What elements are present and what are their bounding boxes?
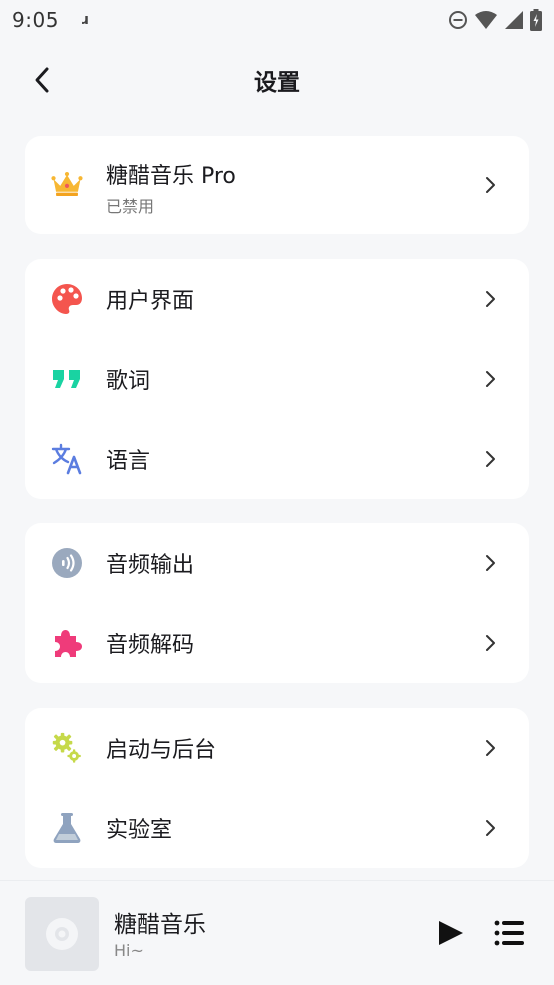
settings-item-lyrics[interactable]: 歌词 — [25, 339, 529, 419]
queue-icon[interactable] — [494, 919, 526, 947]
settings-item-lab[interactable]: 实验室 — [25, 788, 529, 868]
app-bar: 设置 — [0, 52, 554, 108]
battery-icon — [530, 9, 542, 31]
puzzle-icon — [51, 627, 83, 659]
status-bar: 9:05 ɹ — [0, 0, 554, 40]
disc-icon — [46, 918, 78, 950]
settings-item-label: 用户界面 — [106, 289, 195, 314]
pro-title: 糖醋音乐 Pro — [106, 164, 236, 189]
song-title: 糖醋音乐 — [114, 912, 206, 938]
settings-item-audio-output[interactable]: 音频输出 — [25, 523, 529, 603]
settings-item-ui[interactable]: 用户界面 — [25, 259, 529, 339]
settings-item-label: 启动与后台 — [106, 738, 217, 763]
status-icons — [448, 9, 542, 31]
chevron-right-icon — [486, 451, 495, 467]
pro-settings-item[interactable]: 糖醋音乐 Pro 已禁用 — [25, 136, 529, 234]
arrow-back-icon — [35, 67, 49, 93]
settings-item-label: 歌词 — [106, 369, 151, 394]
page-title: 设置 — [254, 70, 300, 96]
settings-item-startup-background[interactable]: 启动与后台 — [25, 708, 529, 788]
status-time: 9:05 — [12, 8, 59, 32]
chevron-right-icon — [486, 740, 495, 756]
gears-icon — [51, 732, 83, 764]
settings-item-label: 语言 — [106, 449, 151, 474]
translate-icon — [51, 443, 83, 475]
crown-icon — [51, 169, 83, 201]
settings-item-label: 音频解码 — [106, 633, 195, 658]
chevron-right-icon — [486, 820, 495, 836]
pro-status: 已禁用 — [106, 197, 155, 216]
signal-icon — [505, 11, 523, 29]
system-card: 启动与后台 实验室 — [25, 708, 529, 868]
flask-icon — [51, 812, 83, 844]
pro-card: 糖醋音乐 Pro 已禁用 — [25, 136, 529, 234]
settings-item-label: 音频输出 — [106, 553, 195, 578]
chevron-right-icon — [486, 635, 495, 651]
settings-item-audio-decode[interactable]: 音频解码 — [25, 603, 529, 683]
settings-item-label: 实验室 — [106, 818, 173, 843]
settings-item-language[interactable]: 语言 — [25, 419, 529, 499]
do-not-disturb-icon — [449, 11, 467, 29]
chevron-right-icon — [486, 371, 495, 387]
song-artist: Hi~ — [114, 941, 144, 960]
notification-icon: ɹ — [80, 12, 89, 28]
wifi-icon — [475, 11, 497, 29]
quote-icon — [51, 363, 83, 395]
interface-card: 用户界面 歌词 语言 — [25, 259, 529, 499]
back-button[interactable] — [26, 64, 58, 96]
chevron-right-icon — [486, 177, 495, 193]
chevron-right-icon — [486, 555, 495, 571]
album-art[interactable] — [25, 897, 99, 971]
audio-card: 音频输出 音频解码 — [25, 523, 529, 683]
palette-icon — [51, 283, 83, 315]
mini-player[interactable]: 糖醋音乐 Hi~ — [0, 880, 554, 985]
chevron-right-icon — [486, 291, 495, 307]
audio-output-icon — [51, 547, 83, 579]
play-icon[interactable] — [434, 919, 466, 947]
